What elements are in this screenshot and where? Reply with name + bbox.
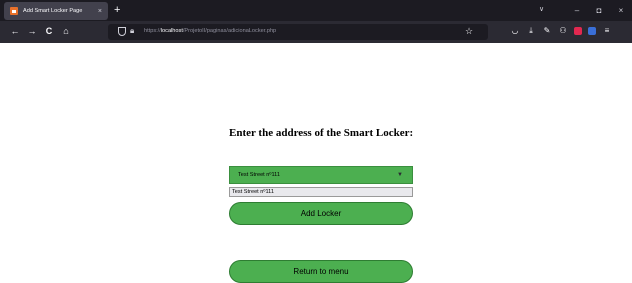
bookmark-star-icon[interactable]: ☆ (465, 26, 473, 37)
menu-icon[interactable]: ≡ (602, 26, 612, 36)
page-heading: Enter the address of the Smart Locker: (229, 127, 414, 139)
home-button[interactable]: ⌂ (60, 25, 72, 37)
browser-nav-bar: ← → C ⌂ 🔒︎ https://localhost/ProjetoII/p… (0, 21, 632, 43)
dropdown-option[interactable]: Test Street nº111 (232, 188, 412, 196)
window-controls: – ◘ × (566, 0, 632, 21)
add-locker-button[interactable]: Add Locker (229, 202, 413, 225)
lock-icon[interactable]: 🔒︎ (130, 26, 134, 36)
select-dropdown-list: Test Street nº111 (229, 187, 413, 197)
browser-tab-bar: Add Smart Locker Page × + ∨ – ◘ × (0, 0, 632, 21)
chevron-down-icon: ▼ (397, 172, 403, 178)
page-favicon-icon (10, 7, 18, 15)
page-content: Enter the address of the Smart Locker: T… (0, 43, 632, 283)
ublock-icon[interactable] (574, 27, 582, 35)
pocket-icon[interactable]: ◡ (510, 26, 520, 36)
list-all-tabs-icon[interactable]: ∨ (539, 5, 544, 13)
extension-icon[interactable]: ⚇ (558, 26, 568, 36)
address-bar[interactable]: 🔒︎ https://localhost/ProjetoII/paginas/a… (108, 24, 488, 40)
tab-close-icon[interactable]: × (98, 8, 102, 15)
forward-button[interactable]: → (26, 25, 38, 37)
return-to-menu-button[interactable]: Return to menu (229, 260, 413, 283)
close-window-button[interactable]: × (610, 6, 632, 15)
url-text[interactable]: https://localhost/ProjetoII/paginas/adic… (144, 28, 276, 34)
select-value: Test Street nº111 (238, 172, 280, 178)
reload-button[interactable]: C (43, 25, 55, 37)
shield-icon[interactable] (118, 27, 126, 36)
new-tab-button[interactable]: + (114, 3, 120, 17)
download-icon[interactable]: ⤓ (526, 26, 536, 36)
maximize-button[interactable]: ◘ (588, 6, 610, 15)
browser-tab-active[interactable]: Add Smart Locker Page × (4, 2, 108, 20)
minimize-button[interactable]: – (566, 6, 588, 15)
tab-title: Add Smart Locker Page (23, 8, 83, 14)
back-button[interactable]: ← (9, 25, 21, 37)
toolbar-icons: ◡ ⤓ ✎ ⚇ ≡ (510, 26, 612, 36)
tools-icon[interactable]: ✎ (542, 26, 552, 36)
locker-address-select[interactable]: Test Street nº111 ▼ (229, 166, 413, 184)
extensions-icon[interactable] (588, 27, 596, 35)
